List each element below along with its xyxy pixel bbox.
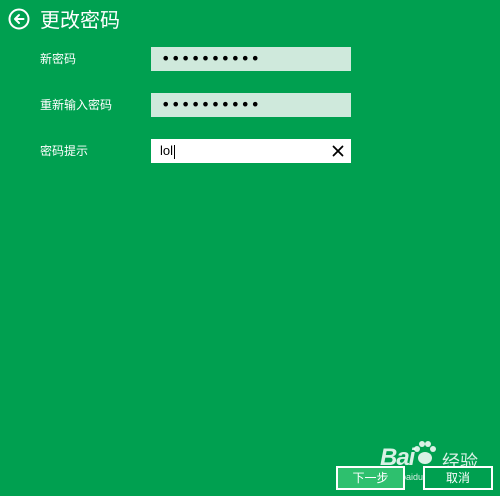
password-hint-value: lol <box>160 143 174 158</box>
confirm-password-field[interactable]: •••••••••• <box>151 93 351 117</box>
cancel-button[interactable]: 取消 <box>423 466 493 490</box>
password-hint-field[interactable]: lol <box>151 139 351 163</box>
next-button[interactable]: 下一步 <box>336 466 405 490</box>
back-button[interactable] <box>8 8 30 30</box>
new-password-field[interactable]: •••••••••• <box>151 47 351 71</box>
new-password-label: 新密码 <box>40 52 77 66</box>
page-title: 更改密码 <box>40 8 120 32</box>
password-hint-label: 密码提示 <box>40 144 89 158</box>
text-caret <box>174 144 176 159</box>
arrow-left-circle-icon <box>8 8 30 30</box>
confirm-password-label: 重新输入密码 <box>40 98 113 112</box>
close-icon[interactable] <box>330 143 346 159</box>
